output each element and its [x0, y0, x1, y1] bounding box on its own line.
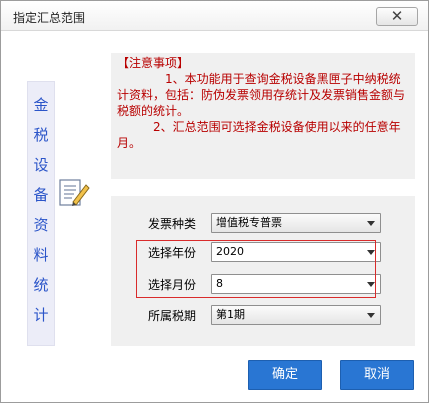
- side-banner: 金 税 设 备 资 料 统 计: [27, 81, 55, 346]
- side-char: 备: [33, 186, 49, 204]
- highlight-annotation: [136, 240, 376, 298]
- notice-heading: 【注意事项】: [117, 56, 190, 70]
- cancel-button[interactable]: 取消: [340, 360, 414, 390]
- side-char: 金: [33, 96, 49, 114]
- close-button[interactable]: ✕: [376, 7, 418, 26]
- notice-panel: 【注意事项】 1、本功能用于查询金税设备黑匣子中纳税统计资料，包括：防伪发票领用…: [111, 53, 415, 179]
- side-char: 统: [33, 276, 49, 294]
- invoice-type-value: 增值税专普票: [216, 216, 282, 229]
- dialog-window: 指定汇总范围 ✕ 金 税 设 备 资 料 统 计 【注意事项】 1、本功能用于查…: [0, 0, 429, 403]
- notice-line-1: 1、本功能用于查询金税设备黑匣子中纳税统计资料，包括：防伪发票领用存统计及发票销…: [117, 72, 406, 118]
- notice-line-2: 2、汇总范围可选择金税设备使用以来的任意年月。: [117, 120, 401, 150]
- ok-button[interactable]: 确定: [248, 360, 322, 390]
- side-char: 税: [33, 126, 49, 144]
- window-title: 指定汇总范围: [13, 11, 86, 25]
- chevron-down-icon: [367, 313, 375, 318]
- invoice-type-select[interactable]: 增值税专普票: [211, 213, 381, 233]
- invoice-type-label: 发票种类: [148, 217, 197, 231]
- title-bar: 指定汇总范围 ✕: [1, 1, 428, 31]
- document-edit-icon: [59, 179, 90, 206]
- period-select[interactable]: 第1期: [211, 305, 381, 325]
- side-char: 计: [33, 306, 49, 324]
- side-char: 设: [33, 156, 49, 174]
- side-char: 资: [33, 216, 49, 234]
- period-value: 第1期: [216, 308, 245, 321]
- close-icon: ✕: [390, 7, 404, 25]
- chevron-down-icon: [367, 221, 375, 226]
- period-label: 所属税期: [148, 309, 197, 323]
- side-char: 料: [33, 246, 49, 264]
